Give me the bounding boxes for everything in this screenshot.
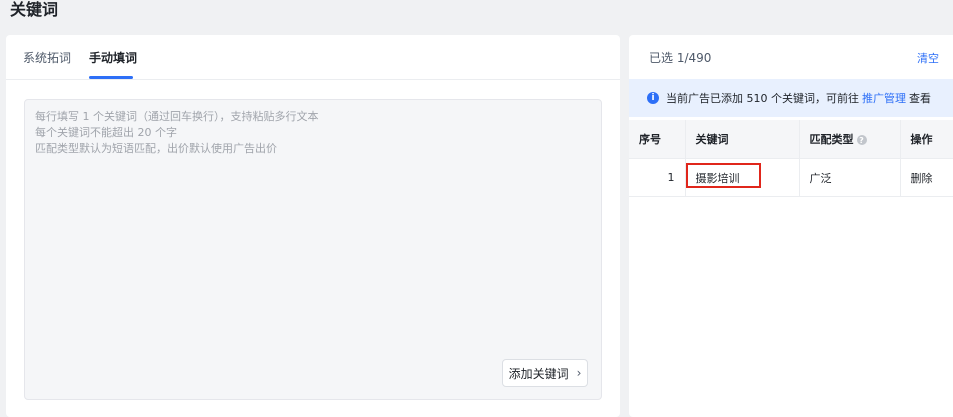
placeholder-line: 匹配类型默认为短语匹配，出价默认使用广告出价 <box>35 142 277 155</box>
row-match-type: 广泛 <box>799 158 901 197</box>
question-circle-icon[interactable]: ? <box>856 135 867 145</box>
add-keyword-button[interactable]: 添加关键词 › <box>502 359 588 387</box>
clear-button[interactable]: 清空 <box>917 50 939 66</box>
table-header-row: 序号 关键词 匹配类型? 操作 <box>629 120 953 159</box>
page-title: 关键词 <box>10 0 59 19</box>
info-icon: i <box>647 92 659 104</box>
row-keyword: 摄影培训 <box>685 158 800 197</box>
row-index: 1 <box>629 158 686 197</box>
add-keyword-label: 添加关键词 <box>508 366 569 381</box>
table-row: 1 摄影培训 广泛 删除 <box>629 158 953 197</box>
placeholder-line: 每个关键词不能超出 20 个字 <box>35 126 177 139</box>
column-header-match-type: 匹配类型? <box>799 120 901 159</box>
info-text: 当前广告已添加 510 个关键词，可前往 <box>666 92 859 105</box>
tab-manual-fill[interactable]: 手动填词 <box>89 49 137 66</box>
selected-keywords-panel: 已选 1/490 清空 i 当前广告已添加 510 个关键词，可前往 推广管理 … <box>629 35 953 417</box>
chevron-right-icon: › <box>576 366 582 380</box>
promotion-management-link[interactable]: 推广管理 <box>862 90 906 106</box>
manual-keyword-panel: 系统拓词 手动填词 每行填写 1 个关键词（通过回车换行），支持粘贴多行文本 每… <box>6 35 620 417</box>
info-banner: i 当前广告已添加 510 个关键词，可前往 推广管理 查看 <box>629 79 953 117</box>
info-text-suffix: 查看 <box>909 92 931 105</box>
column-header-index: 序号 <box>629 120 686 159</box>
keyword-textarea[interactable]: 每行填写 1 个关键词（通过回车换行），支持粘贴多行文本 每个关键词不能超出 2… <box>24 99 602 400</box>
selected-count: 已选 1/490 <box>649 51 712 65</box>
textarea-placeholder: 每行填写 1 个关键词（通过回车换行），支持粘贴多行文本 每个关键词不能超出 2… <box>35 109 319 157</box>
keyword-tabs: 系统拓词 手动填词 <box>6 35 620 80</box>
delete-button[interactable]: 删除 <box>900 158 953 197</box>
keyword-table: 序号 关键词 匹配类型? 操作 1 摄影培训 广泛 删除 <box>629 120 953 197</box>
placeholder-line: 每行填写 1 个关键词（通过回车换行），支持粘贴多行文本 <box>35 110 319 123</box>
tab-system-expand[interactable]: 系统拓词 <box>23 49 71 66</box>
column-header-action: 操作 <box>900 120 953 159</box>
column-header-keyword: 关键词 <box>685 120 800 159</box>
active-tab-indicator <box>89 76 133 79</box>
column-header-match-type-label: 匹配类型 <box>809 133 854 146</box>
